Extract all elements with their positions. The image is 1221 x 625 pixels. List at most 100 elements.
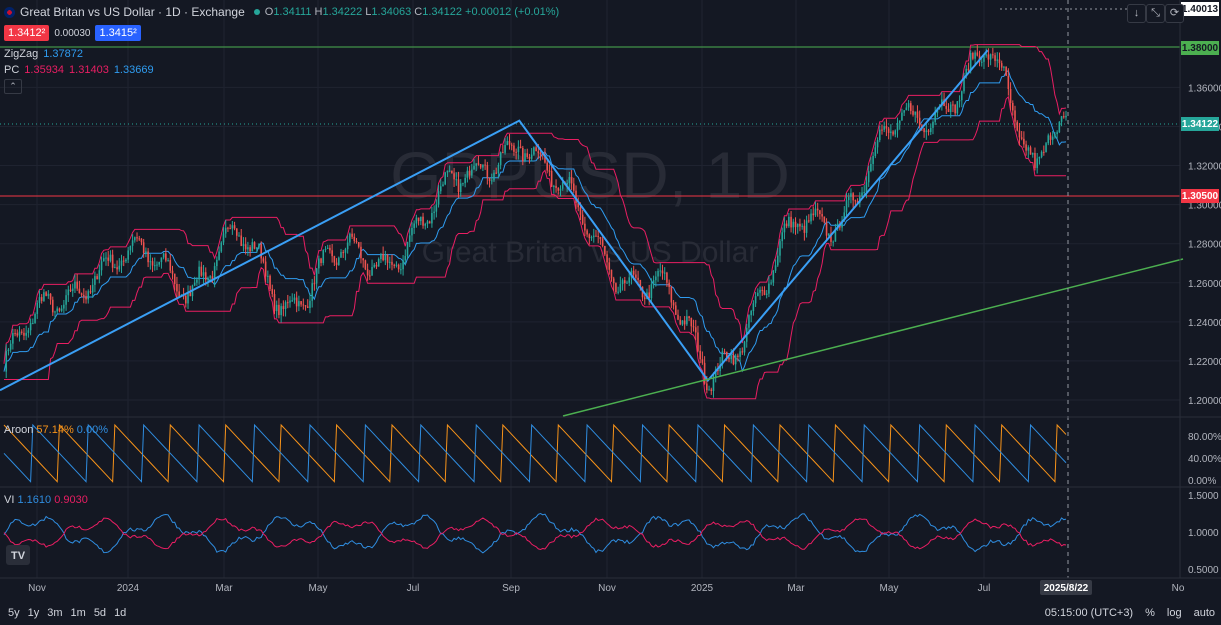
aroon-down-line bbox=[3, 423, 1067, 483]
candle bbox=[976, 52, 979, 56]
time-axis-label: Sep bbox=[502, 583, 520, 594]
candle bbox=[136, 237, 138, 239]
candle bbox=[572, 183, 575, 191]
candle bbox=[482, 164, 484, 168]
percent-scale-button[interactable]: % bbox=[1145, 607, 1155, 619]
candle bbox=[216, 259, 218, 267]
candle bbox=[710, 389, 713, 391]
candle bbox=[342, 252, 345, 254]
candle bbox=[238, 235, 240, 237]
candle bbox=[757, 292, 759, 297]
candle bbox=[466, 170, 469, 178]
candle bbox=[1060, 116, 1063, 122]
candle bbox=[510, 144, 513, 146]
candle bbox=[9, 343, 12, 350]
candle bbox=[18, 331, 21, 336]
candle bbox=[623, 280, 626, 284]
spread-value: 0.00030 bbox=[54, 27, 91, 39]
candle bbox=[592, 235, 595, 238]
zigzag-value: 1.37872 bbox=[43, 48, 84, 60]
candle bbox=[497, 164, 500, 174]
candle bbox=[453, 173, 455, 180]
log-scale-button[interactable]: log bbox=[1167, 607, 1182, 619]
candle bbox=[360, 246, 362, 259]
candle bbox=[324, 248, 327, 250]
candle bbox=[794, 221, 797, 228]
price-top-label: 1.40013 bbox=[1182, 4, 1219, 15]
candle bbox=[1023, 138, 1025, 145]
range-1y-button[interactable]: 1y bbox=[28, 607, 40, 619]
sell-button[interactable]: 1.3412² bbox=[4, 25, 50, 41]
candle bbox=[193, 282, 196, 286]
candle bbox=[881, 129, 883, 131]
candle bbox=[258, 244, 260, 248]
candle bbox=[632, 270, 635, 275]
tradingview-logo-icon[interactable]: TV bbox=[6, 545, 30, 565]
candle bbox=[388, 261, 391, 263]
candle bbox=[661, 270, 664, 274]
range-1m-button[interactable]: 1m bbox=[71, 607, 86, 619]
candle bbox=[679, 319, 682, 325]
candle bbox=[96, 276, 98, 280]
candle bbox=[960, 91, 963, 101]
candle bbox=[1027, 147, 1030, 151]
candle bbox=[76, 281, 78, 289]
candle bbox=[945, 105, 948, 109]
candle bbox=[546, 162, 548, 171]
range-5d-button[interactable]: 5d bbox=[94, 607, 106, 619]
candle bbox=[47, 293, 50, 296]
buy-button[interactable]: 1.3415² bbox=[95, 25, 141, 41]
collapse-legend-button[interactable]: ⌃ bbox=[4, 78, 22, 94]
candle bbox=[224, 227, 227, 234]
candle bbox=[847, 196, 850, 201]
symbol-title[interactable]: Great Britan vs US Dollar · 1D · Exchang… bbox=[20, 5, 245, 19]
candle bbox=[326, 247, 329, 249]
vi-label[interactable]: VI bbox=[4, 494, 14, 506]
auto-scale-button[interactable]: auto bbox=[1194, 607, 1215, 619]
clock-display[interactable]: 05:15:00 (UTC+3) bbox=[1045, 607, 1133, 619]
candle bbox=[1047, 135, 1050, 144]
candle bbox=[176, 283, 178, 292]
candle bbox=[439, 186, 442, 192]
candle bbox=[535, 147, 537, 152]
candle bbox=[768, 283, 770, 294]
maximize-pane-button[interactable]: ⟳ bbox=[1165, 4, 1184, 23]
candle bbox=[683, 320, 686, 325]
candle bbox=[479, 164, 482, 168]
candle bbox=[681, 320, 684, 325]
candle bbox=[763, 290, 766, 295]
aroon-label[interactable]: Aroon bbox=[4, 424, 33, 436]
candle bbox=[291, 300, 294, 302]
aroon-up-value: 57.14% bbox=[36, 424, 74, 436]
candle bbox=[153, 265, 156, 267]
aroon-axis-0: 0.00% bbox=[1188, 476, 1216, 487]
candle bbox=[1056, 132, 1058, 135]
candle bbox=[464, 177, 466, 184]
vi-legend: VI 1.1610 0.9030 bbox=[4, 494, 88, 506]
ohlc-values: O1.34111 H1.34222 L1.34063 C1.34122 +0.0… bbox=[264, 6, 560, 18]
candle bbox=[426, 221, 429, 224]
candle bbox=[14, 333, 16, 335]
candle bbox=[998, 59, 1001, 64]
range-1d-button[interactable]: 1d bbox=[114, 607, 126, 619]
time-axis-label: Mar bbox=[787, 583, 805, 594]
range-3m-button[interactable]: 3m bbox=[47, 607, 62, 619]
candle bbox=[369, 275, 371, 277]
pc-label[interactable]: PC bbox=[4, 64, 19, 76]
candle bbox=[892, 131, 894, 135]
candle bbox=[697, 332, 699, 351]
candle bbox=[29, 322, 32, 331]
price-axis-tick: 1.36000 bbox=[1188, 83, 1221, 94]
candle bbox=[204, 272, 207, 280]
collapse-pane-button[interactable]: ⤡ bbox=[1146, 4, 1165, 23]
candle bbox=[499, 152, 502, 165]
range-5y-button[interactable]: 5y bbox=[8, 607, 20, 619]
time-axis-label: May bbox=[880, 583, 899, 594]
zigzag-label[interactable]: ZigZag bbox=[4, 48, 38, 60]
price-axis-tick: 1.24000 bbox=[1188, 318, 1221, 329]
candle bbox=[286, 302, 289, 304]
candle bbox=[530, 154, 533, 159]
candle bbox=[643, 297, 646, 300]
vi-axis-10: 1.0000 bbox=[1188, 528, 1219, 539]
move-pane-down-button[interactable]: ↓ bbox=[1127, 4, 1146, 23]
